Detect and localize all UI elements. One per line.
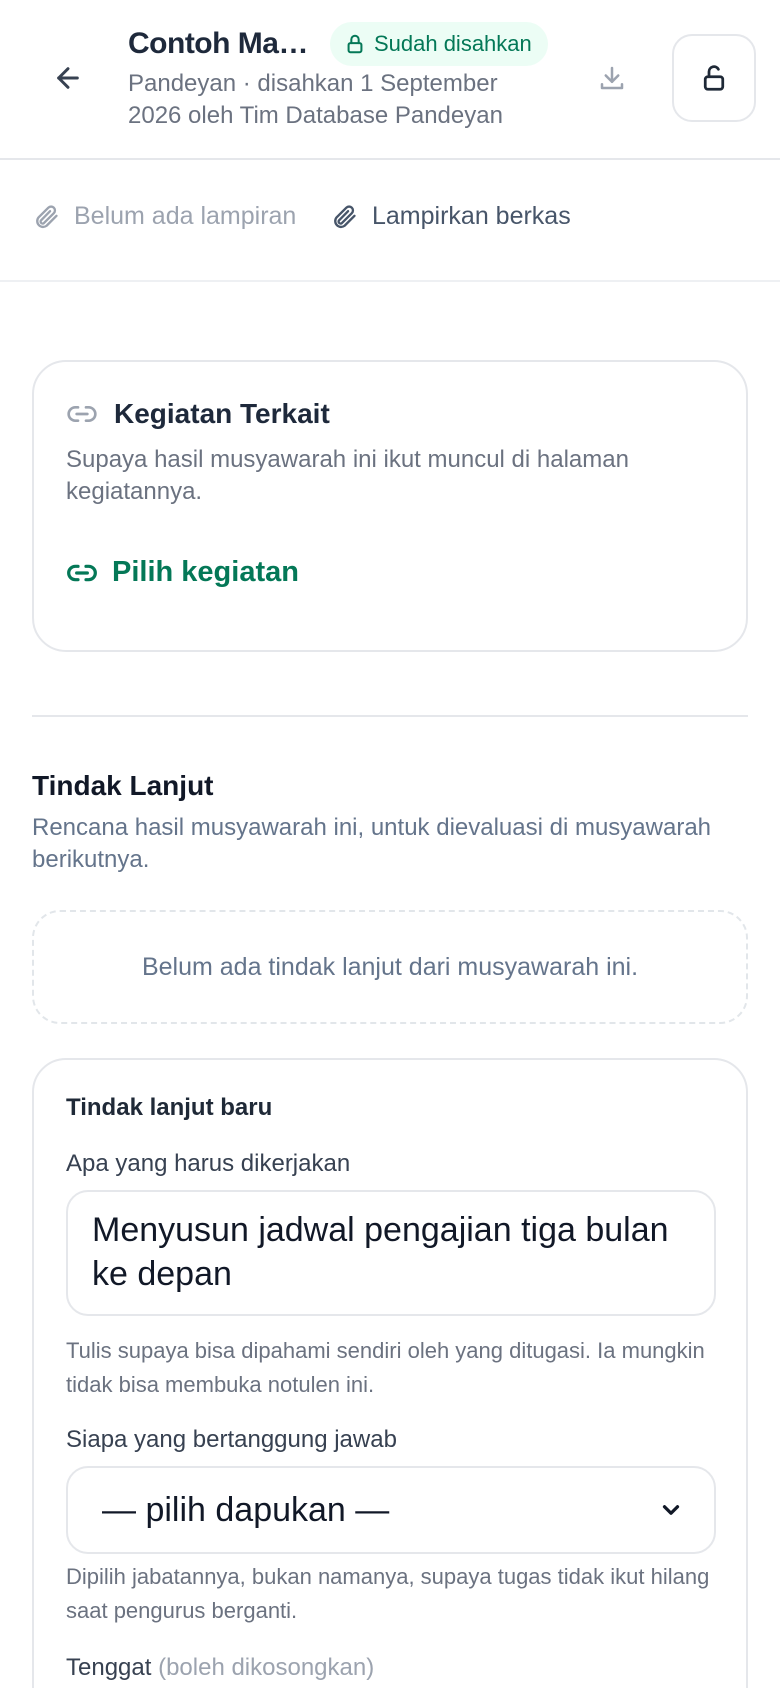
title-row: Contoh Ma… Sudah disahkan — [128, 22, 548, 66]
download-icon — [600, 66, 624, 90]
attach-file-button[interactable]: Lampirkan berkas — [330, 202, 571, 231]
attach-file-label: Lampirkan berkas — [372, 202, 571, 230]
download-button[interactable] — [590, 56, 634, 100]
unlock-button[interactable] — [672, 34, 756, 122]
lock-icon — [347, 34, 363, 54]
follow-up-title: Tindak Lanjut — [32, 770, 214, 801]
attachments-empty: Belum ada lampiran — [32, 202, 296, 231]
task-help-text: Tulis supaya bisa dipahami sendiri oleh … — [66, 1338, 705, 1397]
status-badge: Sudah disahkan — [329, 22, 548, 66]
link-icon — [67, 564, 97, 581]
related-activity-title: Kegiatan Terkait — [114, 398, 330, 429]
follow-up-description: Rencana hasil musyawarah ini, untuk diev… — [32, 814, 712, 873]
attachments-bar: Belum ada lampiran Lampirkan berkas — [0, 160, 780, 282]
follow-up-empty-state: Belum ada tindak lanjut dari musyawarah … — [32, 910, 748, 1024]
responsible-help-text: Dipilih jabatannya, bukan namanya, supay… — [66, 1564, 710, 1623]
page-subtitle: Pandeyan · disahkan 1 September 2026 ole… — [128, 70, 503, 129]
task-label: Apa yang harus dikerjakan — [66, 1150, 351, 1177]
related-activity-description: Supaya hasil musyawarah ini ikut muncul … — [66, 446, 629, 505]
responsible-label: Siapa yang bertanggung jawab — [66, 1426, 397, 1453]
pick-activity-button[interactable]: Pilih kegiatan — [66, 556, 299, 589]
deadline-label: Tenggat (boleh dikosongkan) — [66, 1654, 374, 1682]
related-activity-card: Kegiatan Terkait Supaya hasil musyawarah… — [32, 360, 748, 652]
related-activity-header: Kegiatan Terkait — [66, 398, 330, 430]
new-follow-up-title: Tindak lanjut baru — [66, 1094, 273, 1121]
unlock-icon — [703, 65, 725, 91]
deadline-label-text: Tenggat — [66, 1654, 152, 1681]
attachments-empty-text: Belum ada lampiran — [74, 202, 297, 230]
responsible-select-value: — pilih dapukan — — [102, 1490, 390, 1529]
deadline-optional-hint: (boleh dikosongkan) — [158, 1654, 375, 1681]
chevron-down-icon — [662, 1505, 680, 1515]
paperclip-icon — [334, 204, 356, 228]
task-textarea[interactable]: Menyusun jadwal pengajian tiga bulan ke … — [66, 1190, 716, 1316]
new-follow-up-card: Tindak lanjut baru Apa yang harus dikerj… — [32, 1058, 748, 1688]
app-header: Contoh Ma… Sudah disahkan Pandeyan · dis… — [0, 0, 780, 160]
link-icon — [67, 406, 97, 422]
back-button[interactable] — [44, 54, 92, 102]
paperclip-icon — [36, 204, 58, 228]
responsible-select[interactable]: — pilih dapukan — — [66, 1466, 716, 1554]
section-divider — [32, 715, 748, 717]
status-badge-label: Sudah disahkan — [373, 31, 532, 56]
page-title: Contoh Ma… — [128, 27, 308, 60]
pick-activity-label: Pilih kegiatan — [112, 556, 299, 588]
arrow-left-icon — [57, 67, 79, 89]
